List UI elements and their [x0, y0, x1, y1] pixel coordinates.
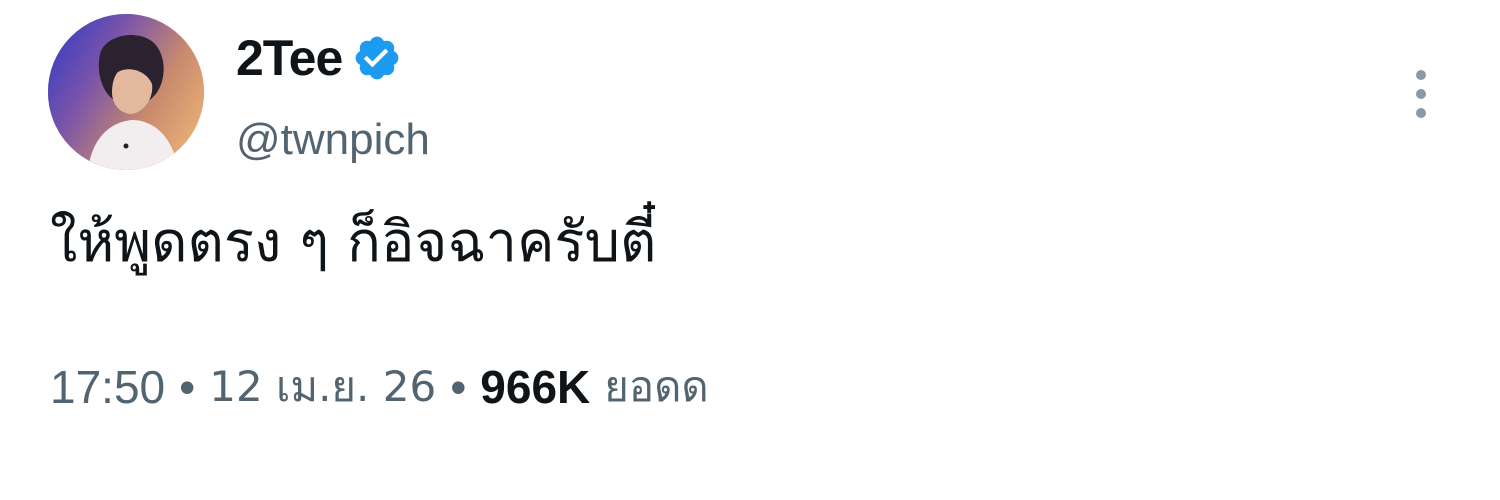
tweet-date[interactable]: 12 เม.ย. 26	[209, 354, 436, 420]
views-count[interactable]: 966K	[480, 360, 590, 414]
tweet-card: 2Tee @twnpich ให้พูดตรง ๆ ก็อิจฉาครับตี๋…	[0, 0, 1500, 500]
author-header: 2Tee	[236, 28, 402, 88]
tweet-time[interactable]: 17:50	[50, 360, 165, 414]
views-label: ยอดด	[604, 362, 709, 411]
tweet-text: ให้พูดตรง ๆ ก็อิจฉาครับตี๋	[50, 210, 657, 275]
more-vertical-icon[interactable]	[1404, 64, 1438, 124]
separator-dot: •	[450, 361, 467, 413]
separator-dot: •	[179, 361, 196, 413]
display-name[interactable]: 2Tee	[236, 28, 343, 88]
tweet-meta: 17:50 • 12 เม.ย. 26 • 966K ยอดด	[50, 352, 709, 422]
more-dot	[1416, 89, 1426, 99]
handle[interactable]: @twnpich	[236, 112, 430, 168]
more-dot	[1416, 70, 1426, 80]
more-dot	[1416, 108, 1426, 118]
avatar[interactable]	[48, 14, 204, 170]
verified-badge-icon	[352, 33, 402, 83]
avatar-image	[48, 14, 204, 170]
